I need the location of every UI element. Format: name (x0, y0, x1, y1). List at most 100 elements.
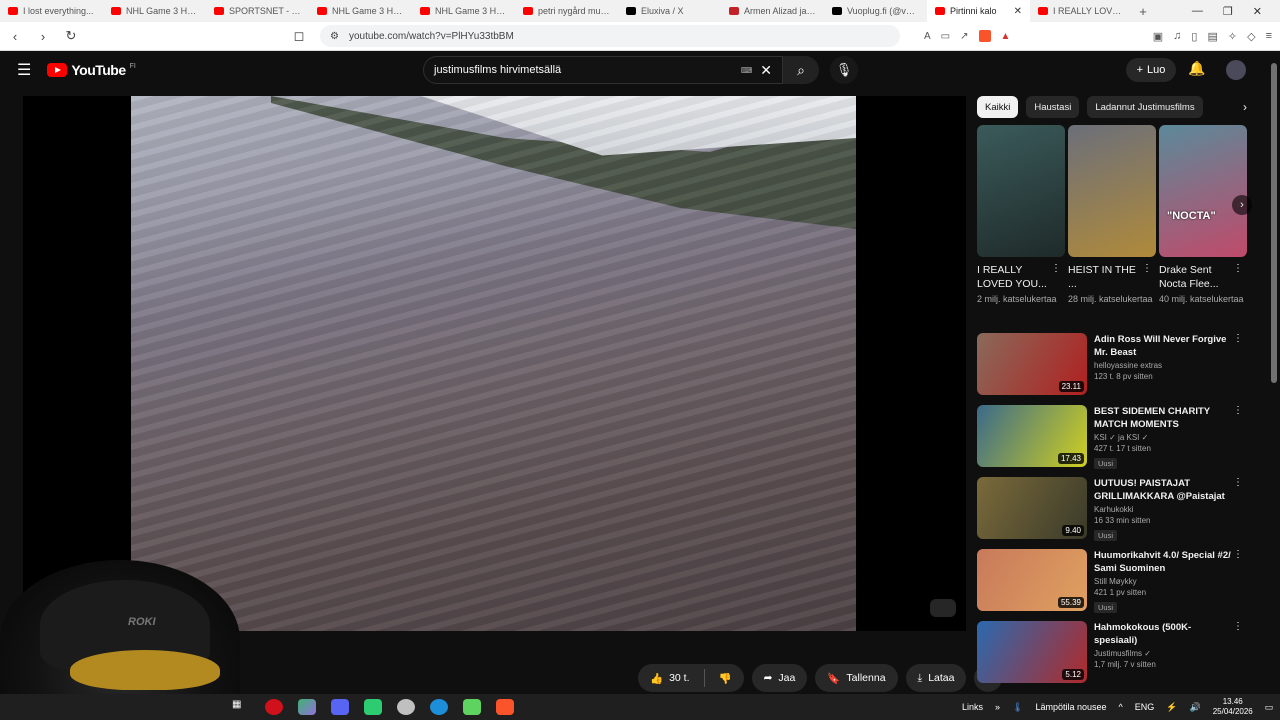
save-button[interactable]: 🔖 Tallenna (815, 664, 898, 692)
video-thumbnail[interactable]: 9.40 (977, 477, 1087, 539)
create-button[interactable]: + Luo (1126, 58, 1176, 82)
channel-name[interactable]: Justimusfilms ✓ (1094, 649, 1233, 658)
share-button[interactable]: ➦ Jaa (751, 664, 808, 692)
video-thumbnail[interactable]: 55.39 (977, 549, 1087, 611)
short-title[interactable]: Drake Sent Nocta Flee... (1159, 263, 1233, 291)
browser-tab[interactable]: I lost everything... (0, 0, 103, 22)
more-vert-icon[interactable]: ⋮ (1233, 405, 1247, 477)
chevron-right-icon[interactable]: › (1243, 100, 1247, 114)
ai-icon[interactable]: ✧ (1228, 30, 1237, 43)
short-thumbnail[interactable]: "NOCTA" (1159, 125, 1247, 257)
channel-name[interactable]: KSI ✓ ja KSI ✓ (1094, 433, 1233, 442)
channel-watermark-icon[interactable] (930, 599, 956, 617)
browser-tab[interactable]: Vuoplug.fi (@vuopl (824, 0, 927, 22)
browser-tab[interactable]: NHL Game 3 Highli (412, 0, 515, 22)
reload-icon[interactable]: ↻ (64, 28, 78, 44)
close-window-icon[interactable]: ✕ (1253, 5, 1262, 18)
cast-icon[interactable]: ▭ (941, 31, 950, 42)
chevron-up-icon[interactable]: ^ (1119, 702, 1123, 712)
dislike-icon[interactable]: 👎 (719, 672, 732, 685)
more-vert-icon[interactable]: ⋮ (1233, 621, 1247, 693)
discord-icon[interactable] (331, 699, 349, 715)
browser-tab[interactable]: NHL Game 3 Highli (309, 0, 412, 22)
brave-shield-icon[interactable] (978, 30, 991, 42)
recommended-video[interactable]: 17.43 BEST SIDEMEN CHARITY MATCH MOMENTS… (977, 405, 1247, 477)
video-title[interactable]: Hahmokokous (500K-spesiaali) (1094, 621, 1233, 647)
chat-app-icon[interactable] (364, 699, 382, 715)
more-vert-icon[interactable]: ⋮ (1233, 549, 1247, 621)
volume-icon[interactable]: 🔊 (1190, 702, 1201, 713)
video-title[interactable]: UUTUUS! PAISTAJAT GRILLIMAKKARA @Paistaj… (1094, 477, 1233, 503)
weather-text[interactable]: Lämpötila nousee (1035, 702, 1106, 712)
search-input[interactable]: justimusfilms hirvimetsällä ⌨ ✕ (423, 56, 783, 84)
browser-tab[interactable]: Pirtinni kalo ✕ (927, 0, 1030, 22)
video-thumbnail[interactable]: 23.11 (977, 333, 1087, 395)
minimize-icon[interactable]: — (1192, 5, 1203, 18)
youtube-logo[interactable]: YouTube FI (47, 62, 136, 78)
bookmark-icon[interactable]: ◻ (292, 28, 306, 44)
channel-name[interactable]: Still Møykky (1094, 577, 1233, 586)
wallet-icon[interactable]: ▤ (1207, 30, 1217, 43)
browser-tab[interactable]: I REALLY LOVED YO (1030, 0, 1133, 22)
url-field[interactable]: ⚙ youtube.com/watch?v=PlHYu33tbBM (320, 25, 900, 47)
browser-tab[interactable]: NHL Game 3 Highli (103, 0, 206, 22)
short-card[interactable]: "NOCTA" Drake Sent Nocta Flee... ⋮ 40 mi… (1159, 125, 1247, 325)
recommended-video[interactable]: 55.39 Huumorikahvit 4.0/ Special #2/ Sam… (977, 549, 1247, 621)
chip-uploaded-by[interactable]: Ladannut Justimusfilms (1087, 96, 1203, 118)
brave-icon[interactable] (496, 699, 514, 715)
short-title[interactable]: I REALLY LOVED YOU... (977, 263, 1051, 291)
keyboard-icon[interactable]: ⌨ (741, 66, 753, 75)
voice-search-button[interactable]: 🎙 (830, 56, 858, 84)
chevron-right-icon[interactable]: » (995, 702, 1000, 712)
more-vert-icon[interactable]: ⋮ (1233, 477, 1247, 549)
recommended-video[interactable]: 9.40 UUTUUS! PAISTAJAT GRILLIMAKKARA @Pa… (977, 477, 1247, 549)
browser-tab[interactable]: Eluxiva / X (618, 0, 721, 22)
channel-name[interactable]: Karhukokki (1094, 505, 1233, 514)
apps-grid-icon[interactable]: ▦ (232, 699, 250, 715)
hamburger-menu-icon[interactable]: ☰ (17, 60, 31, 80)
short-title[interactable]: HEIST IN THE ... (1068, 263, 1142, 291)
links-toolbar[interactable]: Links (962, 702, 983, 712)
avatar[interactable] (1226, 60, 1246, 80)
media-app-icon[interactable] (463, 699, 481, 715)
browser-tab[interactable]: SPORTSNET - YouTu (206, 0, 309, 22)
scrollbar-thumb[interactable] (1271, 63, 1277, 383)
channel-name[interactable]: helloyassine extras (1094, 361, 1233, 370)
clock[interactable]: 13.46 25/04/2026 (1213, 697, 1253, 717)
sidebar-icon[interactable]: ▯ (1191, 30, 1197, 43)
notification-center-icon[interactable]: ▭ (1265, 702, 1274, 713)
extension-icon[interactable]: ▣ (1153, 30, 1163, 43)
menu-icon[interactable]: ≡ (1266, 30, 1272, 43)
creative-app-icon[interactable] (298, 699, 316, 715)
browser-tab[interactable]: Armen Alizad ja Se (721, 0, 824, 22)
video-frame[interactable] (131, 96, 856, 631)
short-thumbnail[interactable] (977, 125, 1065, 257)
new-tab-icon[interactable]: + (1133, 4, 1153, 19)
forward-icon[interactable]: › (36, 29, 50, 44)
site-info-icon[interactable]: ⚙ (330, 31, 339, 42)
vpn-icon[interactable]: ◇ (1247, 30, 1255, 43)
translate-icon[interactable]: A (924, 31, 931, 42)
short-card[interactable]: HEIST IN THE ... ⋮ 28 milj. katselukerta… (1068, 125, 1156, 325)
search-button[interactable]: ⌕ (783, 56, 819, 84)
more-vert-icon[interactable]: ⋮ (1142, 263, 1156, 291)
browser-tab[interactable]: petri nygård mun k (515, 0, 618, 22)
more-vert-icon[interactable]: ⋮ (1051, 263, 1065, 291)
opera-icon[interactable] (265, 699, 283, 715)
rewards-icon[interactable]: ▲ (1001, 31, 1011, 42)
clear-search-icon[interactable]: ✕ (760, 62, 772, 79)
video-thumbnail[interactable]: 17.43 (977, 405, 1087, 467)
more-vert-icon[interactable]: ⋮ (1233, 333, 1247, 405)
edge-icon[interactable] (430, 699, 448, 715)
like-icon[interactable]: 👍 (650, 672, 663, 685)
short-card[interactable]: I REALLY LOVED YOU... ⋮ 2 milj. katseluk… (977, 125, 1065, 325)
recommended-video[interactable]: 5.12 Hahmokokous (500K-spesiaali) Justim… (977, 621, 1247, 693)
shield-app-icon[interactable] (397, 699, 415, 715)
thermometer-icon[interactable]: 🌡 (1012, 702, 1023, 713)
page-scrollbar[interactable] (1268, 51, 1280, 694)
chip-for-you[interactable]: Haustasi (1026, 96, 1080, 118)
video-title[interactable]: Huumorikahvit 4.0/ Special #2/ Sami Suom… (1094, 549, 1233, 575)
chip-all[interactable]: Kaikki (977, 96, 1019, 118)
video-title[interactable]: BEST SIDEMEN CHARITY MATCH MOMENTS (1094, 405, 1233, 431)
more-vert-icon[interactable]: ⋮ (1233, 263, 1247, 291)
